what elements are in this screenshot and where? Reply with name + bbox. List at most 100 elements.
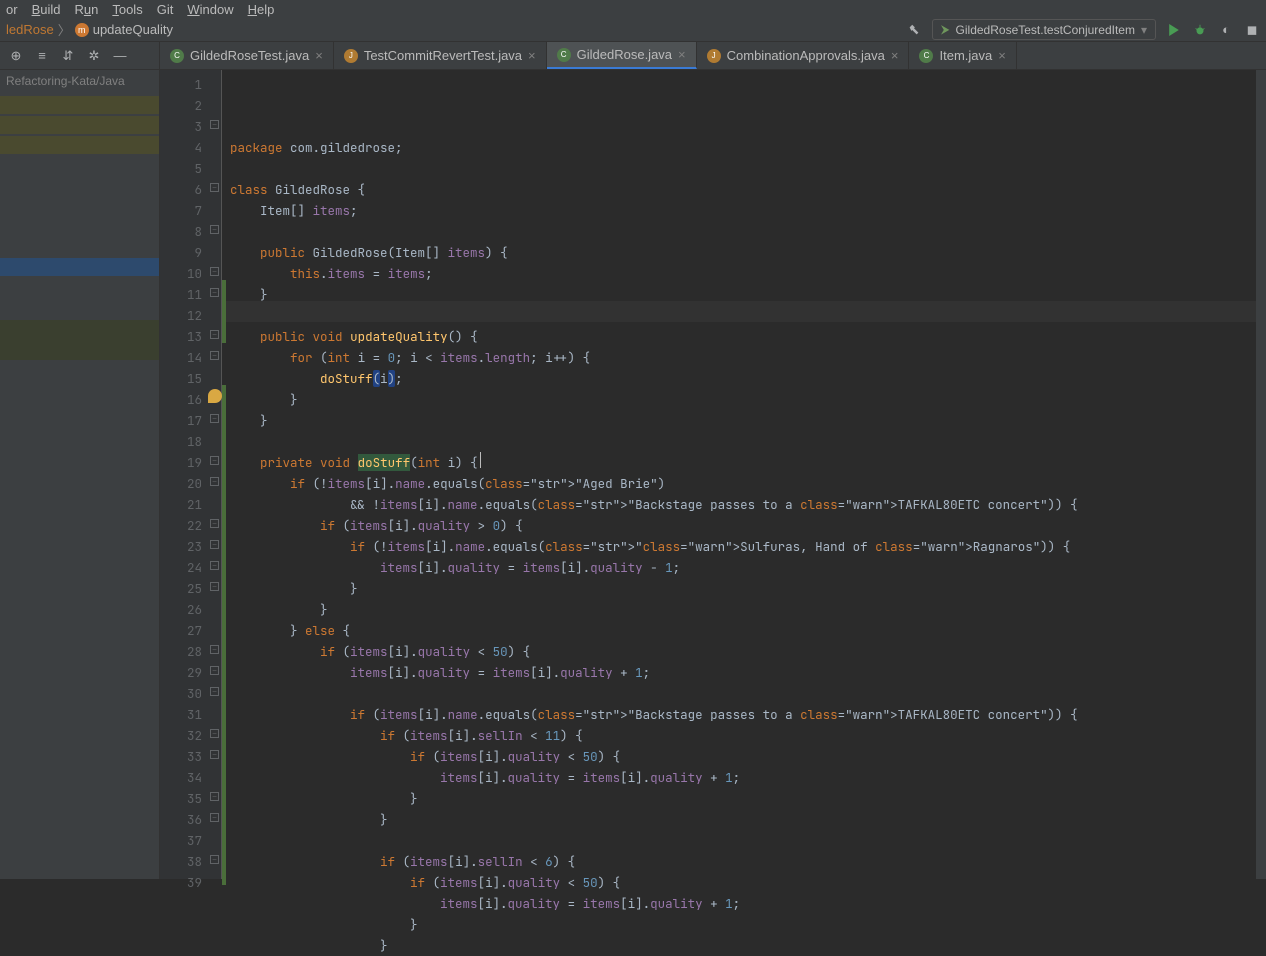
line-number[interactable]: 7 bbox=[160, 200, 202, 221]
code-line[interactable]: } bbox=[230, 599, 1256, 620]
line-number[interactable]: 15 bbox=[160, 368, 202, 389]
code-line[interactable] bbox=[230, 431, 1256, 452]
code-line[interactable]: if (items[i].quality < 50) { bbox=[230, 641, 1256, 662]
code-line[interactable]: doStuff(i); bbox=[230, 368, 1256, 389]
line-number[interactable]: 30 bbox=[160, 683, 202, 704]
close-icon[interactable]: × bbox=[315, 48, 323, 63]
code-line[interactable]: } bbox=[230, 914, 1256, 935]
code-line[interactable] bbox=[230, 683, 1256, 704]
code-line[interactable]: public GildedRose(Item[] items) { bbox=[230, 242, 1256, 263]
debug-button[interactable] bbox=[1192, 22, 1208, 38]
code-line[interactable]: } bbox=[230, 410, 1256, 431]
fold-toggle[interactable]: − bbox=[210, 519, 219, 528]
line-number[interactable]: 9 bbox=[160, 242, 202, 263]
line-number[interactable]: 23 bbox=[160, 536, 202, 557]
code-line[interactable]: if (items[i].quality < 50) { bbox=[230, 746, 1256, 767]
line-number[interactable]: 39 bbox=[160, 872, 202, 893]
menu-window[interactable]: Window bbox=[187, 2, 233, 17]
fold-toggle[interactable]: − bbox=[210, 645, 219, 654]
line-number[interactable]: 19 bbox=[160, 452, 202, 473]
sidebar-item-selected[interactable] bbox=[0, 258, 159, 276]
fold-toggle[interactable]: − bbox=[210, 561, 219, 570]
fold-toggle[interactable]: − bbox=[210, 666, 219, 675]
line-number[interactable]: 20 bbox=[160, 473, 202, 494]
code-line[interactable]: if (items[i].sellIn < 6) { bbox=[230, 851, 1256, 872]
run-configuration-selector[interactable]: ⮞ GildedRoseTest.testConjuredItem ▾ bbox=[932, 19, 1156, 40]
code-line[interactable]: if (items[i].name.equals(class="str">"Ba… bbox=[230, 704, 1256, 725]
collapse-all-icon[interactable]: ⇵ bbox=[60, 48, 76, 64]
line-number[interactable]: 35 bbox=[160, 788, 202, 809]
menu-or[interactable]: or bbox=[6, 2, 18, 17]
fold-gutter[interactable]: −−−−−−−−−−−−−−−−−−−−−−− bbox=[208, 70, 222, 879]
sidebar-item[interactable] bbox=[0, 136, 159, 154]
line-number[interactable]: 6 bbox=[160, 179, 202, 200]
code-line[interactable] bbox=[230, 221, 1256, 242]
line-number[interactable]: 3 bbox=[160, 116, 202, 137]
code-line[interactable]: package com.gildedrose; bbox=[230, 137, 1256, 158]
breadcrumb[interactable]: ledRose 〉 m updateQuality bbox=[6, 20, 173, 39]
code-line[interactable]: class GildedRose { bbox=[230, 179, 1256, 200]
code-line[interactable]: } else { bbox=[230, 620, 1256, 641]
line-number[interactable]: 17 bbox=[160, 410, 202, 431]
code-line[interactable]: } bbox=[230, 935, 1256, 956]
line-number[interactable]: 1 bbox=[160, 74, 202, 95]
sidebar-item[interactable] bbox=[0, 116, 159, 134]
code-line[interactable] bbox=[230, 305, 1256, 326]
line-number[interactable]: 21 bbox=[160, 494, 202, 515]
menu-git[interactable]: Git bbox=[157, 2, 174, 17]
close-icon[interactable]: × bbox=[998, 48, 1006, 63]
code-line[interactable]: this.items = items; bbox=[230, 263, 1256, 284]
select-opened-file-icon[interactable]: ⊕ bbox=[8, 48, 24, 64]
editor-tab[interactable]: CGildedRoseTest.java× bbox=[160, 42, 334, 69]
code-line[interactable]: } bbox=[230, 788, 1256, 809]
run-button[interactable] bbox=[1166, 22, 1182, 38]
line-number[interactable]: 10 bbox=[160, 263, 202, 284]
line-number[interactable]: 28 bbox=[160, 641, 202, 662]
line-number[interactable]: 8 bbox=[160, 221, 202, 242]
fold-toggle[interactable]: − bbox=[210, 477, 219, 486]
editor-tab[interactable]: JCombinationApprovals.java× bbox=[697, 42, 910, 69]
code-line[interactable]: if (items[i].sellIn < 11) { bbox=[230, 725, 1256, 746]
error-stripe[interactable] bbox=[1256, 70, 1266, 879]
editor-tab[interactable]: CItem.java× bbox=[909, 42, 1016, 69]
expand-all-icon[interactable]: ≡ bbox=[34, 48, 50, 64]
fold-toggle[interactable]: − bbox=[210, 582, 219, 591]
code-line[interactable]: private void doStuff(int i) { bbox=[230, 452, 1256, 473]
line-number[interactable]: 16 bbox=[160, 389, 202, 410]
line-number[interactable]: 26 bbox=[160, 599, 202, 620]
code-line[interactable]: if (!items[i].name.equals(class="str">"A… bbox=[230, 473, 1256, 494]
settings-icon[interactable]: ✲ bbox=[86, 48, 102, 64]
line-number[interactable]: 38 bbox=[160, 851, 202, 872]
code-line[interactable]: items[i].quality = items[i].quality + 1; bbox=[230, 893, 1256, 914]
code-line[interactable]: if (items[i].quality > 0) { bbox=[230, 515, 1256, 536]
line-number-gutter[interactable]: 1234567891011121314151617181920212223242… bbox=[160, 70, 208, 879]
fold-toggle[interactable]: − bbox=[210, 183, 219, 192]
line-number[interactable]: 34 bbox=[160, 767, 202, 788]
build-icon[interactable] bbox=[906, 22, 922, 38]
code-line[interactable]: public void updateQuality() { bbox=[230, 326, 1256, 347]
sidebar-item[interactable] bbox=[0, 96, 159, 114]
fold-toggle[interactable]: − bbox=[210, 120, 219, 129]
code-line[interactable]: Item[] items; bbox=[230, 200, 1256, 221]
line-number[interactable]: 32 bbox=[160, 725, 202, 746]
code-line[interactable]: if (items[i].quality < 50) { bbox=[230, 872, 1256, 893]
breadcrumb-method[interactable]: m updateQuality bbox=[75, 22, 173, 37]
editor[interactable]: 1234567891011121314151617181920212223242… bbox=[160, 70, 1266, 879]
intention-bulb-icon[interactable] bbox=[208, 389, 222, 403]
code-line[interactable]: } bbox=[230, 809, 1256, 830]
line-number[interactable]: 12 bbox=[160, 305, 202, 326]
line-number[interactable]: 14 bbox=[160, 347, 202, 368]
fold-toggle[interactable]: − bbox=[210, 540, 219, 549]
project-sidebar[interactable]: Refactoring-Kata/Java bbox=[0, 70, 160, 879]
close-icon[interactable]: × bbox=[678, 47, 686, 62]
line-number[interactable]: 24 bbox=[160, 557, 202, 578]
code-line[interactable]: items[i].quality = items[i].quality + 1; bbox=[230, 767, 1256, 788]
code-line[interactable] bbox=[230, 158, 1256, 179]
code-area[interactable]: package com.gildedrose; class GildedRose… bbox=[222, 70, 1256, 879]
line-number[interactable]: 25 bbox=[160, 578, 202, 599]
sidebar-item[interactable] bbox=[0, 320, 159, 360]
fold-toggle[interactable]: − bbox=[210, 225, 219, 234]
line-number[interactable]: 33 bbox=[160, 746, 202, 767]
hide-icon[interactable]: — bbox=[112, 48, 128, 64]
line-number[interactable]: 11 bbox=[160, 284, 202, 305]
